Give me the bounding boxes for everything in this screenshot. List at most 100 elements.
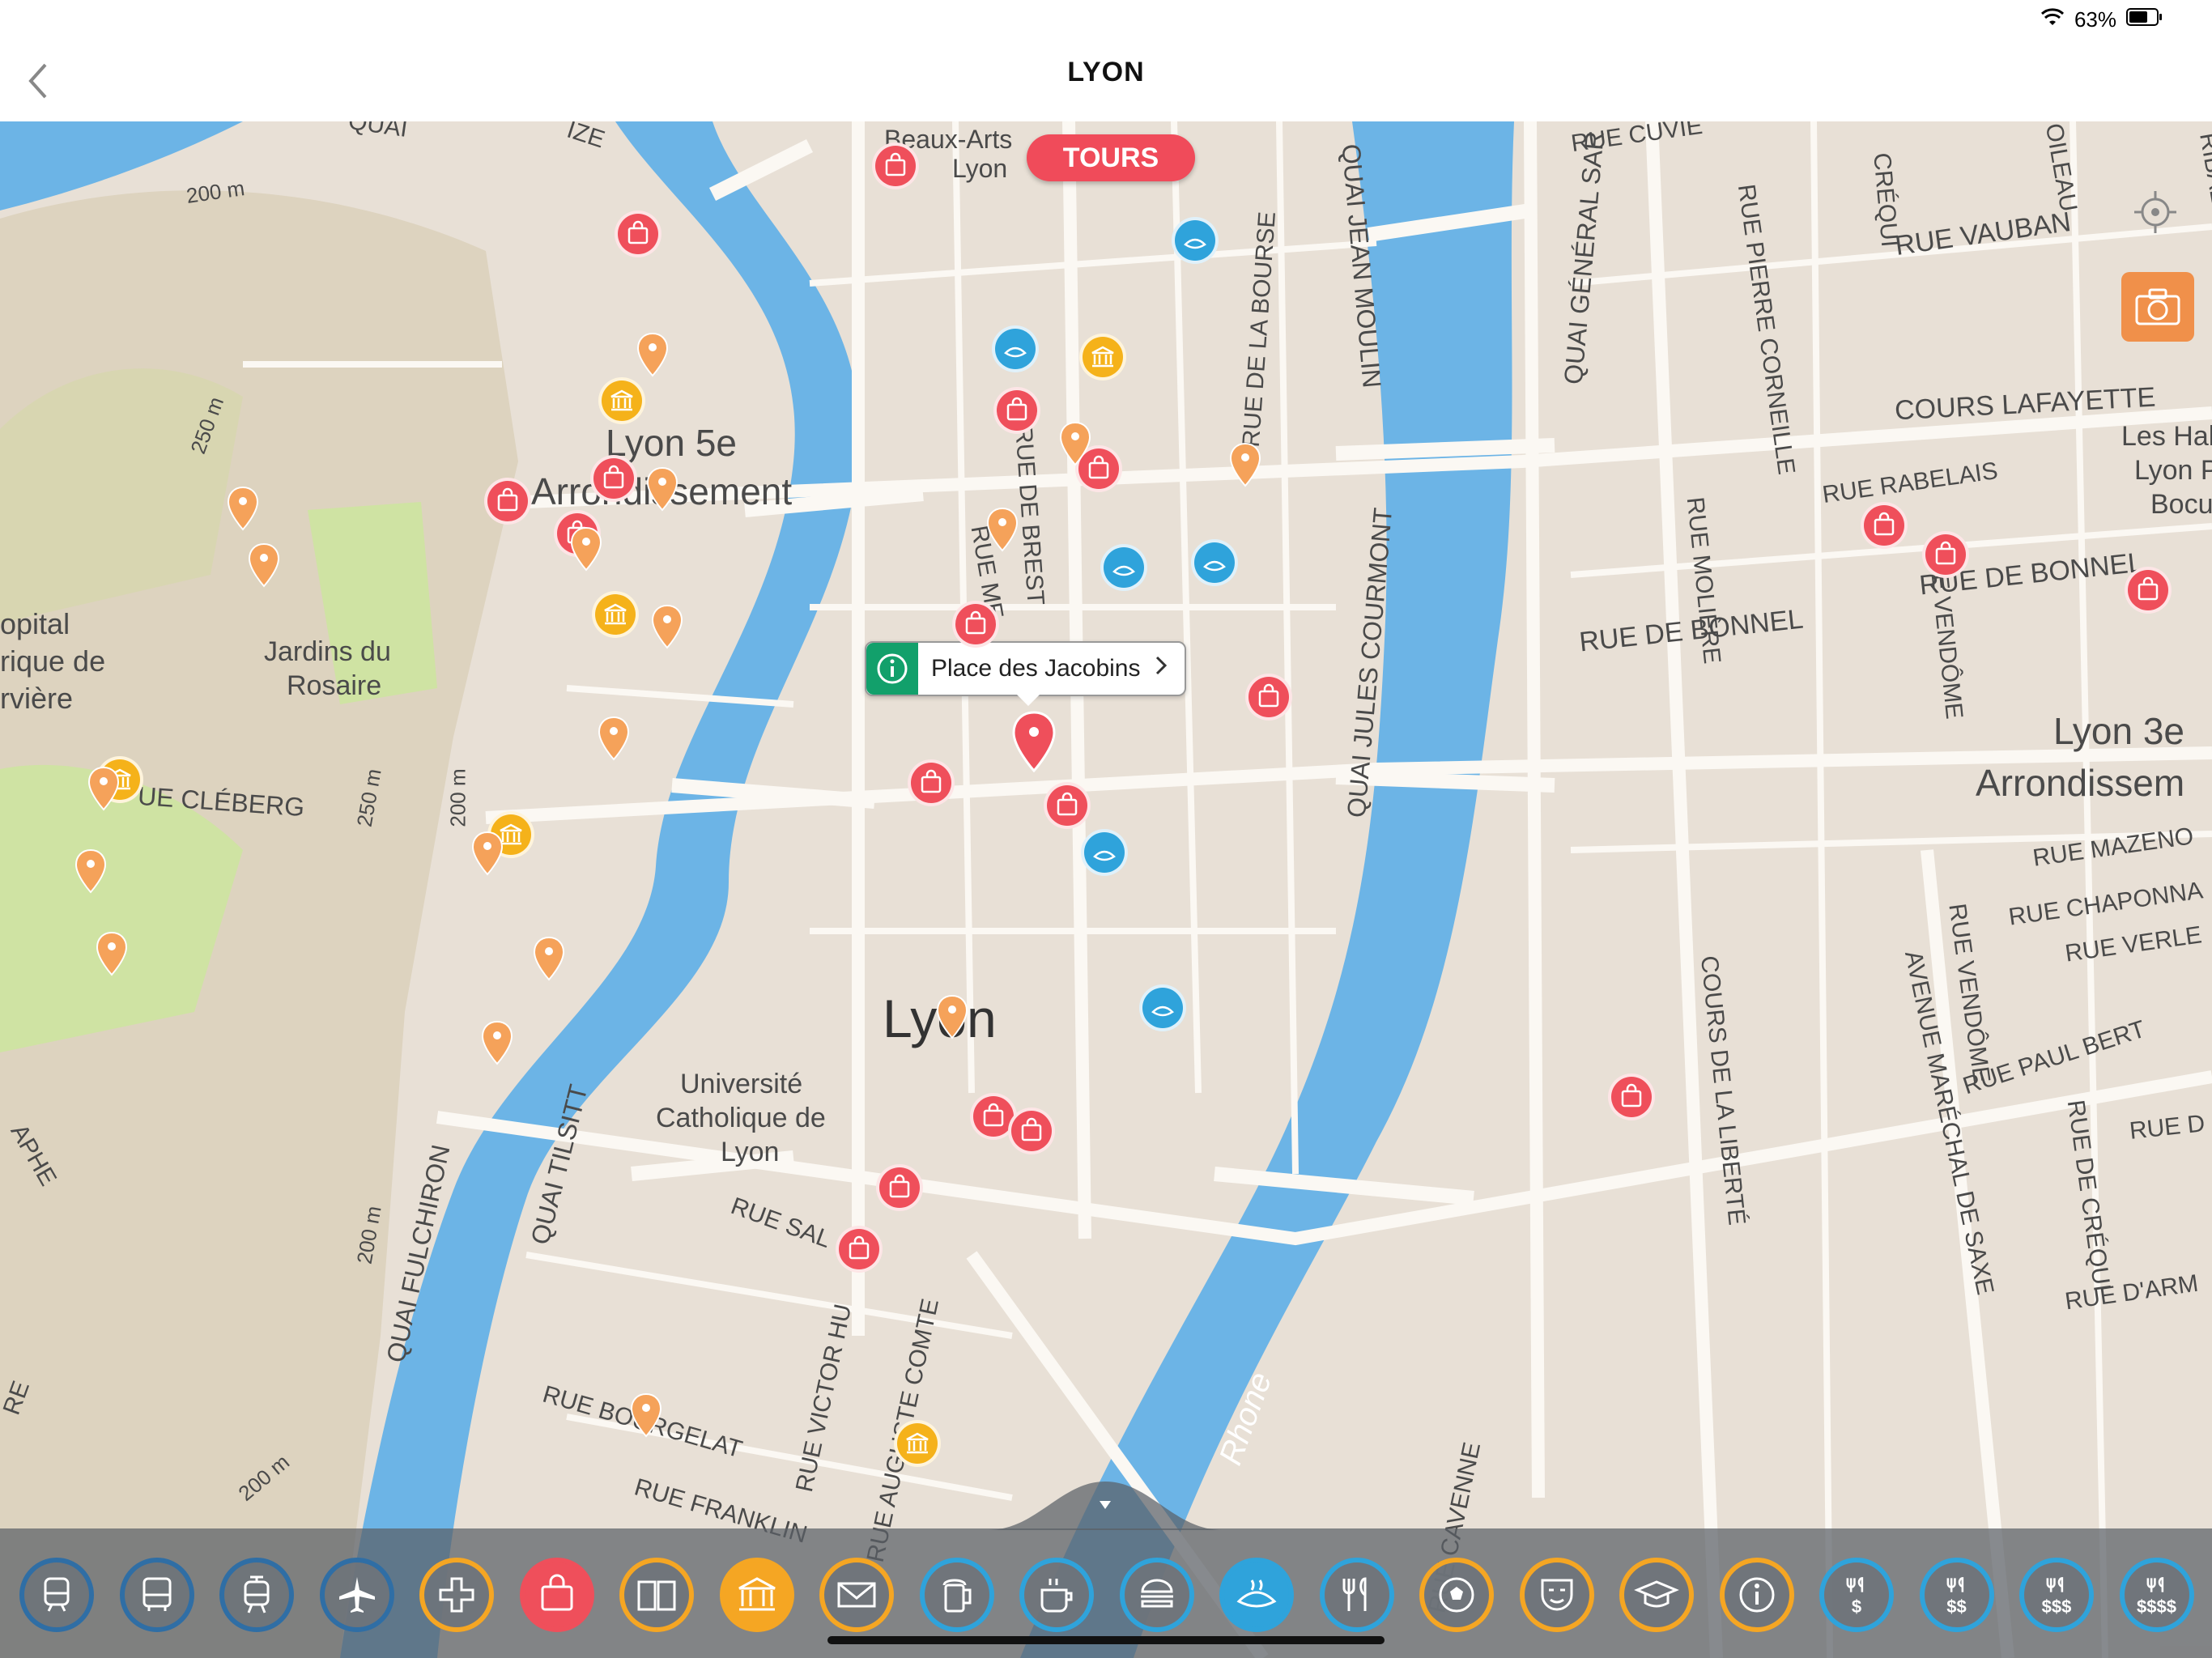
bread-icon	[1093, 850, 1116, 861]
price-level-label: $	[1851, 1596, 1862, 1617]
contour-label: 200 m	[445, 768, 470, 827]
bread-icon	[1112, 565, 1135, 576]
price-level-label: $$$	[2041, 1596, 2072, 1617]
shopping-poi-pin[interactable]	[590, 455, 637, 502]
attraction-marker-icon[interactable]	[248, 542, 280, 588]
category-education-button[interactable]	[1619, 1558, 1694, 1632]
attraction-marker-icon[interactable]	[481, 1020, 513, 1065]
attraction-marker-icon[interactable]	[96, 931, 128, 976]
museum-poi-pin[interactable]	[598, 377, 645, 424]
attraction-marker-icon[interactable]	[646, 466, 678, 512]
attraction-marker-icon[interactable]	[598, 716, 630, 761]
attraction-marker-icon[interactable]	[636, 332, 669, 377]
shopping-poi-pin[interactable]	[1008, 1107, 1055, 1154]
attraction-marker-icon[interactable]	[87, 766, 120, 811]
restaurant-icon	[1342, 1577, 1366, 1611]
category-soccer-button[interactable]	[1419, 1558, 1494, 1632]
shopping-poi-pin[interactable]	[1922, 531, 1969, 578]
museum-poi-pin[interactable]	[894, 1420, 941, 1467]
attraction-marker-icon[interactable]	[533, 936, 565, 981]
category-tram-button[interactable]	[219, 1558, 294, 1632]
bread-icon	[1203, 560, 1226, 572]
category-mail-button[interactable]	[819, 1558, 894, 1632]
category-museum-button[interactable]	[719, 1558, 794, 1632]
shopping-poi-pin[interactable]	[1861, 502, 1908, 549]
battery-percent: 63%	[2074, 6, 2116, 32]
category-restaurant-4-button[interactable]: $$$$	[2119, 1558, 2194, 1632]
shopping-poi-pin[interactable]	[1608, 1073, 1655, 1120]
shopping-bag-icon	[1935, 541, 1956, 565]
attraction-marker-icon[interactable]	[936, 994, 968, 1039]
attraction-marker-icon[interactable]	[471, 831, 504, 876]
shopping-poi-pin[interactable]	[952, 601, 999, 648]
locate-me-button[interactable]	[2123, 180, 2188, 244]
attraction-marker-icon[interactable]	[1059, 421, 1091, 466]
museum-icon	[610, 389, 633, 411]
toolbar-expand-handle[interactable]	[988, 1482, 1223, 1530]
category-bakery-button[interactable]	[1219, 1558, 1294, 1632]
attraction-marker-icon[interactable]	[227, 486, 259, 531]
attraction-marker-icon[interactable]	[986, 507, 1019, 552]
shopping-bag-icon	[849, 1235, 870, 1260]
museum-icon	[906, 1432, 929, 1454]
shopping-bag-icon	[983, 1103, 1004, 1127]
category-theatre-button[interactable]	[1519, 1558, 1594, 1632]
shopping-poi-pin[interactable]	[836, 1226, 883, 1273]
shopping-bag-icon	[627, 220, 649, 244]
category-train-button[interactable]	[19, 1558, 94, 1632]
bakery-poi-pin[interactable]	[1191, 539, 1238, 586]
shopping-poi-pin[interactable]	[2125, 567, 2172, 614]
bakery-poi-pin[interactable]	[1139, 984, 1186, 1031]
category-medical-cross-button[interactable]	[419, 1558, 494, 1632]
shopping-poi-pin[interactable]	[484, 478, 531, 525]
attraction-marker-icon[interactable]	[1229, 442, 1261, 487]
info-icon[interactable]	[866, 643, 918, 695]
tours-button[interactable]: TOURS	[1027, 134, 1195, 181]
map-label: opital	[0, 607, 70, 640]
category-coffee-button[interactable]	[1019, 1558, 1094, 1632]
shopping-bag-icon	[1258, 683, 1279, 708]
category-bus-button[interactable]	[119, 1558, 194, 1632]
shopping-poi-pin[interactable]	[993, 387, 1040, 434]
bakery-poi-pin[interactable]	[992, 325, 1039, 372]
bakery-poi-pin[interactable]	[1172, 217, 1219, 264]
shopping-bag-icon	[603, 465, 624, 489]
museum-poi-pin[interactable]	[1079, 334, 1126, 380]
map-label: Rosaire	[287, 670, 382, 701]
shopping-bag-icon	[2138, 576, 2159, 601]
bakery-poi-pin[interactable]	[1081, 829, 1128, 876]
category-restaurant-3-button[interactable]: $$$	[2019, 1558, 2094, 1632]
category-burger-button[interactable]	[1119, 1558, 1194, 1632]
camera-button[interactable]	[2121, 272, 2194, 342]
attraction-marker-icon[interactable]	[570, 526, 602, 572]
category-info-button[interactable]	[1719, 1558, 1794, 1632]
price-level-label: $$$$	[2137, 1596, 2176, 1617]
map-label: rique de	[0, 644, 106, 678]
attraction-marker-icon[interactable]	[630, 1392, 662, 1438]
category-book-button[interactable]	[619, 1558, 694, 1632]
shopping-poi-pin[interactable]	[1044, 782, 1091, 829]
category-restaurant-button[interactable]	[1319, 1558, 1394, 1632]
selected-location-pin-icon[interactable]	[1012, 711, 1056, 772]
attraction-marker-icon[interactable]	[651, 604, 683, 649]
museum-poi-pin[interactable]	[592, 591, 639, 638]
category-shopping-button[interactable]	[519, 1558, 594, 1632]
shopping-poi-pin[interactable]	[872, 142, 919, 189]
bread-icon	[1184, 238, 1206, 249]
shopping-poi-pin[interactable]	[1245, 674, 1292, 721]
category-restaurant-2-button[interactable]: $$	[1919, 1558, 1994, 1632]
shopping-poi-pin[interactable]	[876, 1164, 923, 1211]
place-callout[interactable]: Place des Jacobins	[865, 641, 1186, 706]
shopping-poi-pin[interactable]	[908, 759, 955, 806]
category-airplane-button[interactable]	[319, 1558, 394, 1632]
shopping-poi-pin[interactable]	[615, 210, 661, 257]
category-beer-button[interactable]	[919, 1558, 994, 1632]
home-indicator	[827, 1636, 1385, 1644]
attraction-marker-icon[interactable]	[74, 848, 107, 894]
bakery-poi-pin[interactable]	[1100, 544, 1147, 591]
book-icon	[637, 1580, 676, 1611]
map-label: Arrondissem	[1976, 762, 2185, 804]
shopping-bag-icon	[921, 769, 942, 793]
category-restaurant-1-button[interactable]: $	[1819, 1558, 1894, 1632]
map-view[interactable]: Beaux-Arts Lyon Lyon 5e Arrondissement J…	[0, 121, 2212, 1658]
